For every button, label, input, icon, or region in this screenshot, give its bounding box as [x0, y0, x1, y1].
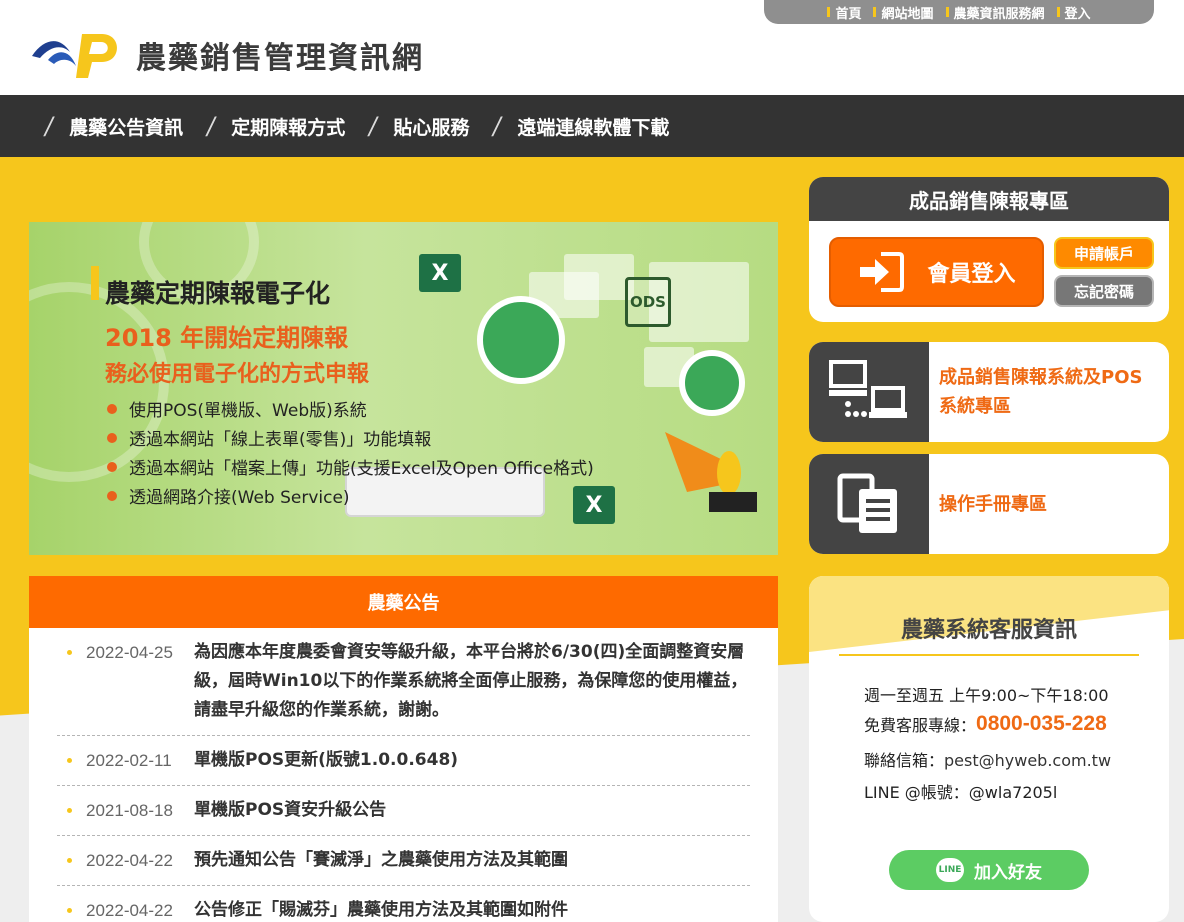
banner-subtitle: 務必使用電子化的方式申報	[105, 362, 370, 387]
slash-divider-icon: /	[490, 112, 504, 140]
bullet-icon	[67, 858, 72, 863]
manual-link[interactable]: 操作手冊專區	[809, 454, 1169, 554]
bullet-icon	[67, 650, 72, 655]
service-hours: 週一至週五 上午9:00~下午18:00	[864, 686, 1109, 705]
utility-bar: 首頁 網站地圖 農藥資訊服務網 登入	[764, 0, 1154, 24]
forgot-password-button[interactable]: 忘記密碼	[1054, 275, 1154, 307]
news-text[interactable]: 單機版POS資安升級公告	[194, 796, 386, 825]
banner-bullet: 透過本網站「線上表單(零售)」功能填報	[107, 423, 594, 452]
service-mail-row: 聯絡信箱：pest@hyweb.com.tw	[864, 751, 1112, 770]
news-text[interactable]: 為因應本年度農委會資安等級升級，本平台將於6/30(四)全面調整資安層級，屆時W…	[194, 638, 750, 725]
banner-bullet: 透過本網站「檔案上傳」功能(支援Excel及Open Office格式)	[107, 452, 594, 481]
leaf-icon	[679, 350, 745, 416]
slash-divider-icon: /	[204, 112, 218, 140]
ods-file-icon: ODS	[625, 277, 671, 327]
site-logo[interactable]: 農藥銷售管理資訊網	[30, 28, 424, 82]
documents-icon	[837, 473, 897, 533]
news-text[interactable]: 公告修正「賜滅芬」農藥使用方法及其範圍如附件	[194, 896, 568, 922]
bullet-icon	[67, 758, 72, 763]
megaphone-icon	[665, 432, 757, 512]
news-date: 2022-04-25	[86, 643, 173, 662]
report-panel: 成品銷售陳報專區 會員登入 申請帳戶 忘記密碼	[809, 177, 1169, 322]
logo-mark-icon	[32, 34, 117, 78]
apply-account-button[interactable]: 申請帳戶	[1054, 237, 1154, 269]
util-link-info-service[interactable]: 農藥資訊服務網	[945, 3, 1045, 22]
util-link-home[interactable]: 首頁	[827, 3, 861, 22]
site-header: 首頁 網站地圖 農藥資訊服務網 登入 農藥銷售管理資訊網	[0, 0, 1184, 95]
member-login-button[interactable]: 會員登入	[829, 237, 1044, 307]
leaf-icon	[477, 296, 565, 384]
service-phone-row: 免費客服專線： 0800-035-228	[864, 712, 1107, 736]
news-item[interactable]: 2022-04-22 公告修正「賜滅芬」農藥使用方法及其範圍如附件	[57, 886, 750, 922]
computer-network-icon	[829, 360, 907, 418]
service-phone[interactable]: 0800-035-228	[976, 712, 1107, 736]
window-decoration	[564, 254, 634, 300]
banner-subtitle: 2018 年開始定期陳報	[105, 324, 349, 352]
slash-divider-icon: /	[366, 112, 380, 140]
util-link-sitemap[interactable]: 網站地圖	[873, 3, 934, 22]
banner-title: 農藥定期陳報電子化	[105, 279, 331, 308]
manual-icon-box	[809, 454, 929, 554]
line-account: LINE @帳號：@wla7205l	[864, 783, 1058, 802]
util-link-login[interactable]: 登入	[1056, 3, 1091, 22]
bullet-icon	[67, 808, 72, 813]
banner-bullet: 透過網路介接(Web Service)	[107, 481, 594, 510]
news-text[interactable]: 單機版POS更新(版號1.0.0.648)	[194, 746, 458, 775]
nav-item-reporting-methods[interactable]: / 定期陳報方式	[204, 112, 346, 140]
nav-item-remote-download[interactable]: / 遠端連線軟體下載	[490, 112, 670, 140]
service-mail-link[interactable]: pest@hyweb.com.tw	[944, 751, 1111, 770]
bullet-icon	[67, 908, 72, 913]
news-date: 2022-04-22	[86, 851, 173, 870]
nav-item-announcements[interactable]: / 農藥公告資訊	[42, 112, 184, 140]
line-add-friend-button[interactable]: LINE 加入好友	[889, 850, 1089, 890]
bullet-icon	[107, 461, 117, 472]
news-title[interactable]: 農藥公告	[29, 576, 778, 628]
bullet-icon	[107, 490, 117, 501]
title-underline	[839, 654, 1139, 656]
news-item[interactable]: 2022-02-11 單機版POS更新(版號1.0.0.648)	[57, 736, 750, 786]
nav-item-services[interactable]: / 貼心服務	[366, 112, 470, 140]
promo-banner[interactable]: X X ODS 農藥定期陳報電子化 2018 年開始定期陳報 務必使用電子化的方…	[29, 222, 778, 555]
pos-system-link[interactable]: 成品銷售陳報系統及POS系統專區	[809, 342, 1169, 442]
news-item[interactable]: 2022-04-25 為因應本年度農委會資安等級升級，本平台將於6/30(四)全面…	[57, 628, 750, 736]
pos-icon-box	[809, 342, 929, 442]
news-panel: 農藥公告 2022-04-25 為因應本年度農委會資安等級升級，本平台將於6/30…	[29, 576, 778, 922]
slash-divider-icon: /	[42, 112, 56, 140]
excel-icon: X	[419, 254, 461, 292]
news-text[interactable]: 預先通知公告「賽滅淨」之農藥使用方法及其範圍	[194, 846, 568, 875]
news-item[interactable]: 2021-08-18 單機版POS資安升級公告	[57, 786, 750, 836]
site-title: 農藥銷售管理資訊網	[136, 41, 424, 76]
line-logo-icon: LINE	[936, 858, 964, 882]
banner-bullet-list: 使用POS(單機版、Web版)系統 透過本網站「線上表單(零售)」功能填報 透過…	[107, 394, 594, 510]
news-date: 2022-02-11	[86, 751, 172, 770]
customer-service-panel: 農藥系統客服資訊 週一至週五 上午9:00~下午18:00 免費客服專線： 08…	[809, 576, 1169, 922]
banner-bullet: 使用POS(單機版、Web版)系統	[107, 394, 594, 423]
service-title: 農藥系統客服資訊	[900, 618, 1077, 643]
news-date: 2022-04-22	[86, 901, 173, 920]
news-list: 2022-04-25 為因應本年度農委會資安等級升級，本平台將於6/30(四)全面…	[29, 628, 778, 922]
news-item[interactable]: 2022-04-22 預先通知公告「賽滅淨」之農藥使用方法及其範圍	[57, 836, 750, 886]
news-date: 2021-08-18	[86, 801, 173, 820]
login-arrow-icon	[860, 252, 905, 292]
bullet-icon	[107, 403, 117, 414]
pos-system-label: 成品銷售陳報系統及POS系統專區	[939, 367, 1143, 417]
manual-label: 操作手冊專區	[939, 493, 1047, 515]
report-panel-title: 成品銷售陳報專區	[809, 177, 1169, 221]
bullet-icon	[107, 432, 117, 443]
main-nav: / 農藥公告資訊 / 定期陳報方式 / 貼心服務 / 遠端連線軟體下載	[0, 95, 1184, 157]
title-accent-bar	[91, 266, 99, 300]
